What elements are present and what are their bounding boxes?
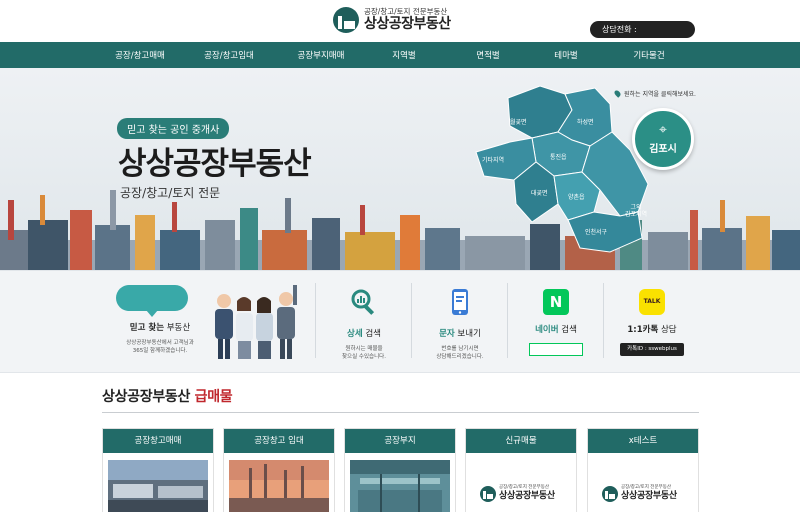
kakao-title: 1:1카톡 상담 bbox=[606, 323, 698, 335]
region-yangchon[interactable]: 양촌읍 bbox=[568, 192, 585, 201]
card-new-listings[interactable]: 신규매물 공장/창고/토지 전문부동산 상상공장부동산 bbox=[465, 428, 577, 512]
card-header: 공장부지 bbox=[345, 429, 455, 453]
kakao-chat-service[interactable]: TALK 1:1카톡 상담 카톡ID : sswebplus bbox=[606, 283, 698, 363]
card-factory-land[interactable]: 공장부지 bbox=[344, 428, 456, 512]
mobile-message-icon bbox=[452, 289, 468, 315]
map-hint: 원하는 지역을 클릭해보세요. bbox=[613, 89, 696, 98]
phone-label: 상담전화 : bbox=[602, 25, 637, 34]
card-factory-rent[interactable]: 공장창고 임대 bbox=[223, 428, 335, 512]
section-title-highlight: 급매물 bbox=[194, 389, 233, 405]
hero-badge: 믿고 찾는 공인 중개사 bbox=[117, 118, 230, 139]
region-incheon-seogu[interactable]: 인천서구 bbox=[585, 227, 607, 236]
card-x-test[interactable]: x테스트 공장/창고/토지 전문부동산 상상공장부동산 bbox=[587, 428, 699, 512]
naver-search-service[interactable]: N 네이버 검색 bbox=[510, 283, 602, 363]
factory-logo-icon bbox=[480, 485, 496, 502]
site-logo[interactable]: 공장/창고/토지 전문부동산 상상공장부동산 bbox=[333, 7, 451, 33]
region-other[interactable]: 기타지역 bbox=[482, 155, 504, 164]
nav-other[interactable]: 기타물건 bbox=[594, 49, 704, 61]
divider bbox=[603, 283, 604, 358]
region-tongjin[interactable]: 통진읍 bbox=[550, 152, 567, 161]
logo-subtitle: 공장/창고/토지 전문부동산 bbox=[364, 7, 448, 16]
naver-title-rest: 검색 bbox=[558, 325, 577, 335]
kakao-title-bold: 1:1카톡 bbox=[627, 325, 659, 335]
region-gimpo-etc[interactable]: 그외 김포지역 bbox=[625, 204, 647, 218]
card-factory-sale[interactable]: 공장창고매매 bbox=[102, 428, 214, 512]
detail-search-desc-1: 원하시는 매물을 bbox=[345, 346, 383, 352]
detail-search-title-rest: 검색 bbox=[362, 329, 381, 339]
people-illustration bbox=[215, 285, 297, 359]
card-header: 공장창고매매 bbox=[103, 429, 213, 453]
section-title-main: 상상공장부동산 bbox=[102, 389, 195, 405]
logo-title: 상상공장부동산 bbox=[364, 16, 451, 32]
sms-desc-2: 상담해드리겠습니다. bbox=[436, 354, 484, 360]
detail-search-service[interactable]: 상세 검색 원하시는 매물을 찾으실 수있습니다. bbox=[318, 283, 410, 363]
card-header: 공장창고 임대 bbox=[224, 429, 334, 453]
card-logo-title: 상상공장부동산 bbox=[621, 491, 677, 501]
nav-land-sale[interactable]: 공장부지매매 bbox=[272, 49, 370, 61]
detail-search-title-green: 상세 bbox=[347, 329, 363, 339]
card-logo: 공장/창고/토지 전문부동산 상상공장부동산 bbox=[480, 485, 555, 502]
divider bbox=[411, 283, 412, 358]
card-logo-title: 상상공장부동산 bbox=[499, 491, 555, 501]
kakao-talk-icon: TALK bbox=[639, 289, 665, 315]
nav-region[interactable]: 지역별 bbox=[370, 49, 438, 61]
naver-search-input[interactable] bbox=[529, 343, 583, 356]
trust-title: 믿고 찾는 부동산 bbox=[110, 321, 210, 333]
gimpo-label: 김포시 bbox=[649, 144, 677, 155]
factory-interior-photo bbox=[350, 460, 450, 512]
hero-subtitle: 공장/창고/토지 전문 bbox=[120, 186, 221, 200]
detail-search-desc-2: 찾으실 수있습니다. bbox=[342, 354, 386, 360]
warehouse-photo bbox=[108, 460, 208, 512]
naver-title: 네이버 검색 bbox=[510, 323, 602, 335]
naver-logo-icon: N bbox=[543, 289, 569, 315]
trust-desc-1: 상상공장부동산에서 고객님과 bbox=[126, 340, 194, 346]
kakao-title-rest: 상담 bbox=[658, 325, 677, 335]
kakao-id-badge: 카톡ID : sswebplus bbox=[620, 343, 684, 356]
region-wolgot[interactable]: 월곶면 bbox=[510, 117, 527, 126]
factory-logo-icon bbox=[333, 7, 359, 33]
card-header: 신규매물 bbox=[466, 429, 576, 453]
card-header: x테스트 bbox=[588, 429, 698, 453]
speech-bubble-icon bbox=[116, 285, 188, 317]
sms-desc-1: 번호를 남기시면 bbox=[441, 346, 479, 352]
hero-banner: 믿고 찾는 공인 중개사 상상공장부동산 공장/창고/토지 전문 월곶면 하성면… bbox=[0, 68, 800, 270]
magnifier-icon bbox=[351, 289, 375, 315]
sms-title-rest: 보내기 bbox=[454, 329, 481, 339]
trust-title-rest: 부동산 bbox=[164, 323, 191, 333]
trust-desc-2: 365일 함께하겠습니다. bbox=[132, 348, 188, 354]
site-header: 공장/창고/토지 전문부동산 상상공장부동산 상담전화 : bbox=[0, 0, 800, 42]
map-pin-icon bbox=[613, 89, 622, 98]
divider bbox=[507, 283, 508, 358]
sms-service[interactable]: 문자 보내기 번호를 남기시면 상담해드리겠습니다. bbox=[414, 283, 506, 363]
naver-title-green: 네이버 bbox=[535, 325, 559, 335]
main-nav: 공장/창고매매 공장/창고임대 공장부지매매 지역별 면적별 테마별 기타물건 bbox=[0, 42, 800, 68]
gimpo-city-button[interactable]: ⌖ 김포시 bbox=[632, 108, 694, 170]
phone-contact[interactable]: 상담전화 : bbox=[590, 21, 695, 38]
nav-factory-rent[interactable]: 공장/창고임대 bbox=[186, 49, 272, 61]
nav-factory-sale[interactable]: 공장/창고매매 bbox=[94, 49, 186, 61]
sms-title-green: 문자 bbox=[439, 329, 455, 339]
card-logo: 공장/창고/토지 전문부동산 상상공장부동산 bbox=[602, 485, 677, 502]
nav-theme[interactable]: 테마별 bbox=[538, 49, 594, 61]
map-location-icon: ⌖ bbox=[659, 122, 667, 138]
section-divider bbox=[102, 412, 699, 413]
nav-area[interactable]: 면적별 bbox=[438, 49, 538, 61]
trust-title-bold: 믿고 찾는 bbox=[129, 323, 165, 333]
hero-title: 상상공장부동산 bbox=[118, 146, 312, 182]
sms-title: 문자 보내기 bbox=[414, 327, 506, 339]
urgent-listings-title: 상상공장부동산 급매물 bbox=[102, 386, 233, 406]
detail-search-title: 상세 검색 bbox=[318, 327, 410, 339]
service-strip: 믿고 찾는 부동산 상상공장부동산에서 고객님과 365일 함께하겠습니다. 상… bbox=[0, 270, 800, 373]
map-hint-text: 원하는 지역을 클릭해보세요. bbox=[624, 91, 696, 98]
region-daegot[interactable]: 대곶면 bbox=[531, 188, 548, 197]
factory-logo-icon bbox=[602, 485, 618, 502]
divider bbox=[315, 283, 316, 358]
factory-sunset-photo bbox=[229, 460, 329, 512]
region-haseong[interactable]: 하성면 bbox=[577, 117, 594, 126]
